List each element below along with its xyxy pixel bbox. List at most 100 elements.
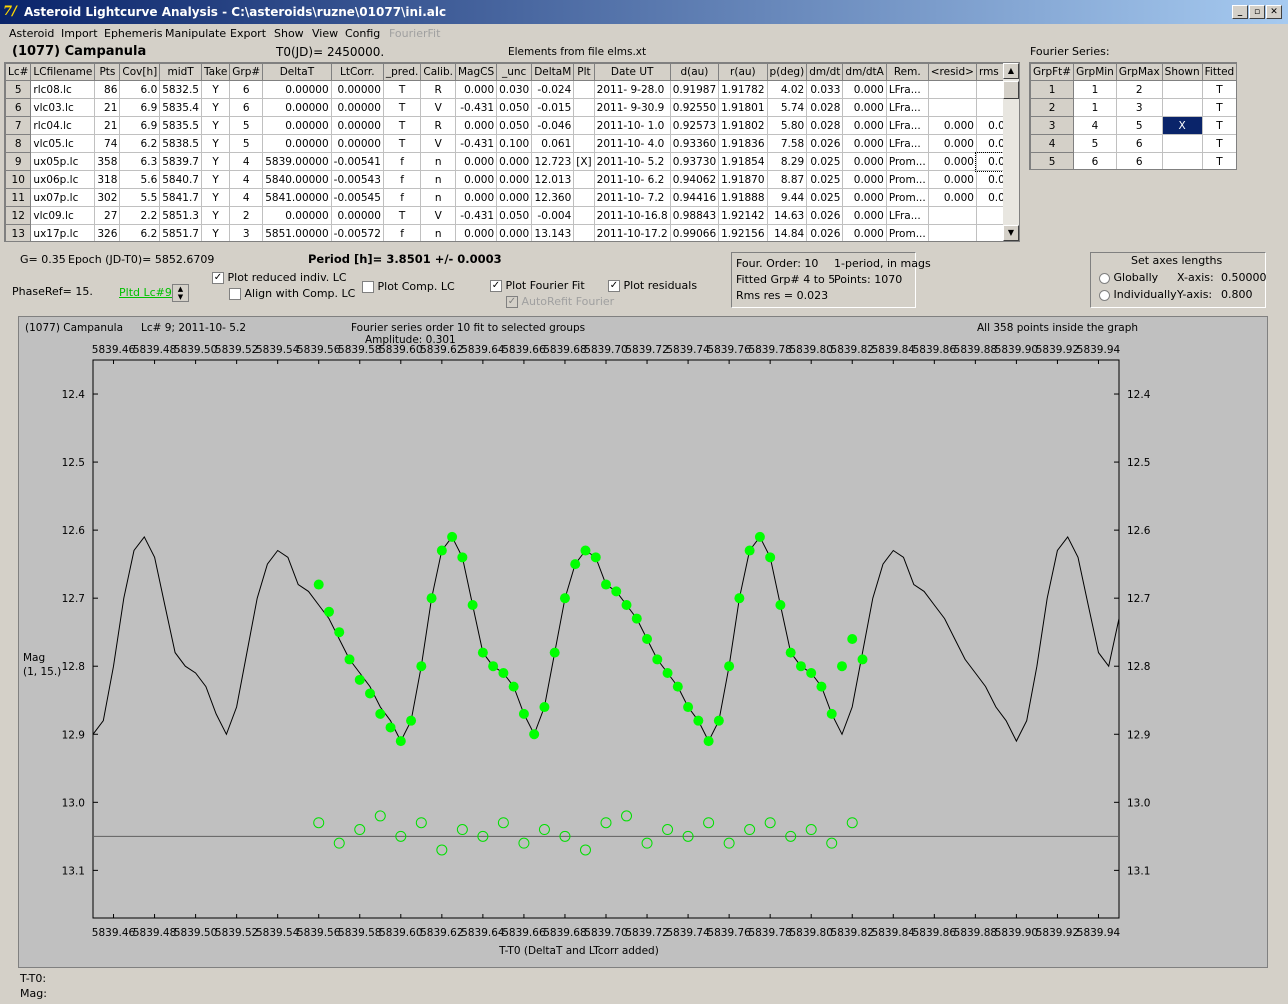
table-cell[interactable]: 0.000: [454, 188, 498, 207]
table-cell[interactable]: 0.000: [454, 170, 498, 189]
table-cell[interactable]: 5851.7: [159, 224, 202, 241]
table-cell[interactable]: 0.025: [806, 188, 844, 207]
fourier-cell[interactable]: 1: [1073, 98, 1117, 117]
table-cell[interactable]: vlc03.lc: [30, 98, 96, 117]
table-cell[interactable]: 0.000: [842, 134, 887, 153]
table-cell[interactable]: -0.431: [454, 98, 498, 117]
table-cell[interactable]: T: [382, 116, 422, 135]
table-cell[interactable]: 1.91870: [718, 170, 768, 189]
table-cell[interactable]: 0.026: [806, 134, 844, 153]
table-cell[interactable]: 6.2: [119, 224, 161, 241]
table-cell[interactable]: f: [382, 170, 422, 189]
table-cell[interactable]: 0.000: [454, 116, 498, 135]
table-cell[interactable]: 1.91836: [718, 134, 768, 153]
table-cell[interactable]: 5: [229, 116, 264, 135]
table-cell[interactable]: 0.000: [842, 170, 887, 189]
table-cell[interactable]: 0.000: [927, 134, 977, 153]
table-cell[interactable]: R: [420, 80, 456, 99]
lightcurve-chart[interactable]: (1077) Campanula Lc# 9; 2011-10- 5.2 Fou…: [19, 317, 1269, 969]
table-cell[interactable]: vlc09.lc: [30, 206, 96, 225]
row-header[interactable]: 12: [5, 206, 32, 225]
table-cell[interactable]: 0.91987: [669, 80, 720, 99]
lc-column-header[interactable]: d(au): [669, 63, 720, 81]
table-cell[interactable]: 6.9: [119, 98, 161, 117]
table-cell[interactable]: [573, 188, 595, 207]
table-cell[interactable]: f: [382, 224, 422, 241]
row-header[interactable]: 1: [1030, 80, 1075, 99]
table-cell[interactable]: 2011- 9-30.9: [593, 98, 671, 117]
check-icon[interactable]: ✓: [608, 280, 620, 292]
table-cell[interactable]: 318: [94, 170, 121, 189]
table-cell[interactable]: ux05p.lc: [30, 152, 96, 171]
table-cell[interactable]: 0.000: [842, 116, 887, 135]
lc-column-header[interactable]: dm/dt: [806, 63, 844, 81]
table-cell[interactable]: 1.91854: [718, 152, 768, 171]
table-cell[interactable]: f: [382, 188, 422, 207]
table-cell[interactable]: R: [420, 116, 456, 135]
table-cell[interactable]: 302: [94, 188, 121, 207]
table-cell[interactable]: 4: [229, 152, 264, 171]
table-cell[interactable]: 1.91801: [718, 98, 768, 117]
table-cell[interactable]: 5840.00000: [262, 170, 332, 189]
pltd-lc-label[interactable]: Pltd Lc#9:: [119, 286, 176, 299]
table-cell[interactable]: 5835.5: [159, 116, 202, 135]
table-cell[interactable]: [X]: [573, 152, 595, 171]
table-cell[interactable]: V: [420, 134, 456, 153]
table-cell[interactable]: Prom...: [885, 224, 929, 241]
table-cell[interactable]: LFra...: [885, 98, 929, 117]
table-cell[interactable]: n: [420, 188, 456, 207]
table-cell[interactable]: 21: [94, 116, 121, 135]
plot-fourier-checkbox[interactable]: ✓ Plot Fourier Fit: [490, 279, 585, 292]
table-row[interactable]: 10 ux06p.lc 318 5.6 5840.7 Y 4 5840.00000 -0.005…: [5, 170, 1019, 189]
spin-down-icon[interactable]: ▼: [173, 293, 188, 301]
fourier-cell[interactable]: T: [1201, 134, 1236, 153]
scroll-down-icon[interactable]: ▼: [1003, 225, 1019, 241]
fourier-row[interactable]: 112T: [1030, 80, 1236, 99]
table-cell[interactable]: 21: [94, 98, 121, 117]
table-cell[interactable]: 6: [229, 80, 264, 99]
table-cell[interactable]: -0.431: [454, 206, 498, 225]
lc-column-header[interactable]: _pred.: [382, 63, 422, 81]
check-icon[interactable]: ✓: [212, 272, 224, 284]
checkbox-empty-icon[interactable]: [362, 281, 374, 293]
menu-config[interactable]: Config: [345, 25, 380, 42]
align-comp-checkbox[interactable]: Align with Comp. LC: [229, 287, 355, 300]
plot-comp-checkbox[interactable]: Plot Comp. LC: [362, 280, 455, 293]
table-cell[interactable]: 5841.7: [159, 188, 202, 207]
table-cell[interactable]: 2011-10- 4.0: [593, 134, 671, 153]
table-cell[interactable]: 0.000: [454, 80, 498, 99]
table-cell[interactable]: -0.00541: [330, 152, 384, 171]
lc-column-header[interactable]: Grp#: [229, 63, 264, 81]
lc-column-header[interactable]: LtCorr.: [330, 63, 384, 81]
table-cell[interactable]: 14.84: [766, 224, 808, 241]
table-cell[interactable]: rlc04.lc: [30, 116, 96, 135]
table-row[interactable]: 5 rlc08.lc 86 6.0 5832.5 Y 6 0.00000 0.00000 T R 0.…: [5, 80, 1019, 99]
menu-asteroid[interactable]: Asteroid: [9, 25, 54, 42]
lc-column-header[interactable]: Pts: [94, 63, 121, 81]
table-cell[interactable]: [927, 206, 977, 225]
fourier-column-header[interactable]: GrpFt#: [1030, 63, 1075, 81]
restore-button[interactable]: ▫: [1249, 5, 1265, 19]
spin-up-icon[interactable]: ▲: [173, 285, 188, 293]
table-cell[interactable]: ux17p.lc: [30, 224, 96, 241]
table-cell[interactable]: 5.80: [766, 116, 808, 135]
table-row[interactable]: 13 ux17p.lc 326 6.2 5851.7 Y 3 5851.00000 -0.005…: [5, 224, 1019, 241]
table-cell[interactable]: 0.050: [496, 116, 533, 135]
table-cell[interactable]: 13.143: [531, 224, 575, 241]
table-cell[interactable]: 0.000: [842, 80, 887, 99]
close-button[interactable]: ✕: [1266, 5, 1282, 19]
lc-column-header[interactable]: <resid>: [927, 63, 977, 81]
table-cell[interactable]: 0.00000: [262, 134, 332, 153]
table-cell[interactable]: 4.02: [766, 80, 808, 99]
radio-icon[interactable]: [1099, 272, 1110, 284]
table-cell[interactable]: 6: [229, 98, 264, 117]
table-cell[interactable]: Prom...: [885, 152, 929, 171]
table-cell[interactable]: 0.000: [842, 98, 887, 117]
scroll-up-icon[interactable]: ▲: [1003, 63, 1019, 79]
fourier-column-header[interactable]: GrpMax: [1115, 63, 1163, 81]
table-cell[interactable]: 2: [229, 206, 264, 225]
table-cell[interactable]: [573, 134, 595, 153]
table-cell[interactable]: 7.58: [766, 134, 808, 153]
menu-ephemeris[interactable]: Ephemeris: [104, 25, 162, 42]
table-cell[interactable]: Y: [200, 134, 231, 153]
